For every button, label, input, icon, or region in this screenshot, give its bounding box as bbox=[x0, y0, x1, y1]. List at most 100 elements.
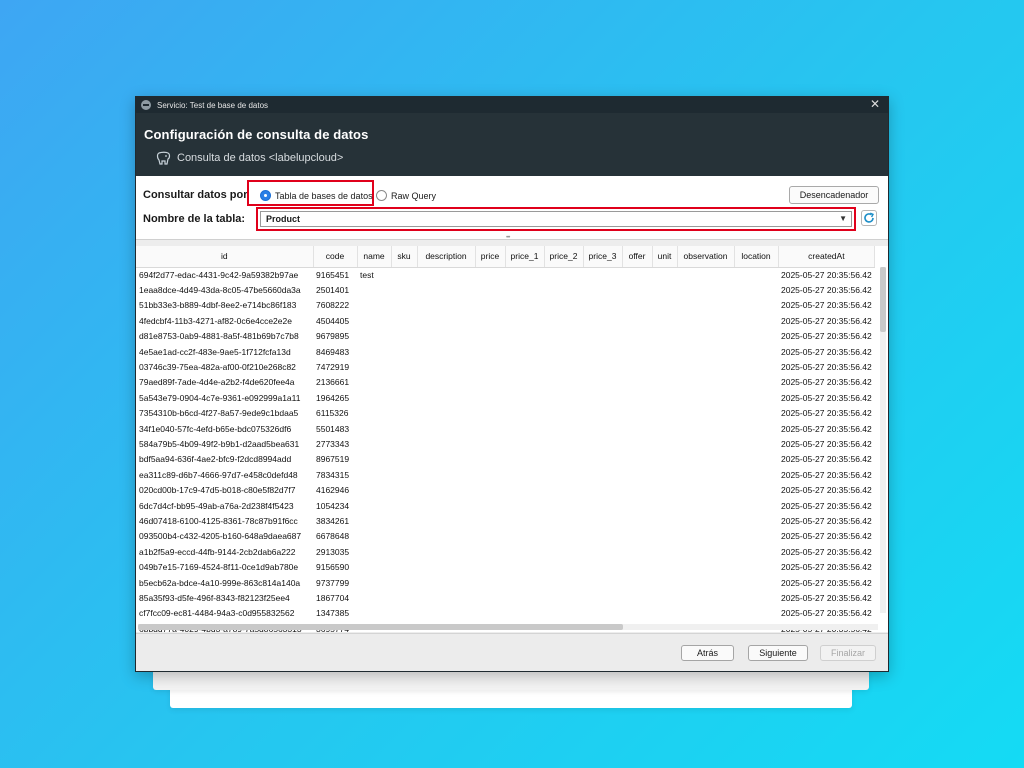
table-cell-price-1[interactable] bbox=[505, 359, 544, 374]
table-cell-createdat[interactable]: 2025-05-27 20:35:56.42 bbox=[778, 544, 875, 559]
table-row[interactable]: 4fedcbf4-11b3-4271-af82-0c6e4cce2e2e 4504… bbox=[136, 313, 875, 328]
table-cell-observation[interactable] bbox=[677, 298, 734, 313]
table-cell-id[interactable]: 584a79b5-4b09-49f2-b9b1-d2aad5bea631 bbox=[136, 436, 313, 451]
radio-table-dot[interactable] bbox=[260, 190, 271, 201]
table-cell-sku[interactable] bbox=[391, 267, 417, 282]
table-cell-offer[interactable] bbox=[622, 498, 652, 513]
table-cell-price-3[interactable] bbox=[583, 329, 622, 344]
table-cell-unit[interactable] bbox=[652, 467, 677, 482]
table-cell-createdat[interactable]: 2025-05-27 20:35:56.42 bbox=[778, 344, 875, 359]
table-cell-name[interactable] bbox=[357, 282, 391, 297]
table-row[interactable]: 51bb33e3-b889-4dbf-8ee2-e714bc86f183 7608… bbox=[136, 298, 875, 313]
column-header-description[interactable]: description bbox=[417, 246, 476, 268]
table-cell-sku[interactable] bbox=[391, 359, 417, 374]
table-cell-createdat[interactable]: 2025-05-27 20:35:56.42 bbox=[778, 513, 875, 528]
table-cell-code[interactable]: 7472919 bbox=[313, 359, 357, 374]
table-cell-sku[interactable] bbox=[391, 298, 417, 313]
table-cell-price-3[interactable] bbox=[583, 390, 622, 405]
table-row[interactable]: 1eaa8dce-4d49-43da-8c05-47be5660da3a 2501… bbox=[136, 282, 875, 297]
table-cell-description[interactable] bbox=[417, 498, 475, 513]
column-header-price-3[interactable]: price_3 bbox=[583, 246, 623, 268]
table-cell-id[interactable]: 51bb33e3-b889-4dbf-8ee2-e714bc86f183 bbox=[136, 298, 313, 313]
table-cell-price-1[interactable] bbox=[505, 267, 544, 282]
table-cell-price-2[interactable] bbox=[544, 298, 583, 313]
table-cell-description[interactable] bbox=[417, 313, 475, 328]
table-cell-price-2[interactable] bbox=[544, 575, 583, 590]
table-cell-location[interactable] bbox=[734, 375, 778, 390]
table-row[interactable]: bdf5aa94-636f-4ae2-bfc9-f2dcd8994add 8967… bbox=[136, 452, 875, 467]
table-cell-unit[interactable] bbox=[652, 559, 677, 574]
back-button[interactable]: Atrás bbox=[681, 645, 734, 661]
table-cell-unit[interactable] bbox=[652, 313, 677, 328]
table-cell-unit[interactable] bbox=[652, 482, 677, 497]
table-cell-offer[interactable] bbox=[622, 590, 652, 605]
table-cell-name[interactable] bbox=[357, 498, 391, 513]
table-row[interactable]: 020cd00b-17c9-47d5-b018-c80e5f82d7f7 4162… bbox=[136, 482, 875, 497]
table-cell-location[interactable] bbox=[734, 282, 778, 297]
table-cell-name[interactable] bbox=[357, 575, 391, 590]
table-cell-price-3[interactable] bbox=[583, 359, 622, 374]
table-cell-code[interactable]: 1347385 bbox=[313, 606, 357, 621]
table-cell-price-1[interactable] bbox=[505, 559, 544, 574]
table-cell-code[interactable]: 2501401 bbox=[313, 282, 357, 297]
table-cell-id[interactable]: 5a543e79-0904-4c7e-9361-e092999a1a11 bbox=[136, 390, 313, 405]
table-cell-sku[interactable] bbox=[391, 590, 417, 605]
table-cell-price[interactable] bbox=[475, 606, 505, 621]
table-cell-description[interactable] bbox=[417, 344, 475, 359]
table-cell-createdat[interactable]: 2025-05-27 20:35:56.42 bbox=[778, 452, 875, 467]
table-cell-sku[interactable] bbox=[391, 544, 417, 559]
table-cell-id[interactable]: 6dc7d4cf-bb95-49ab-a76a-2d238f4f5423 bbox=[136, 498, 313, 513]
table-cell-description[interactable] bbox=[417, 359, 475, 374]
table-cell-price-2[interactable] bbox=[544, 467, 583, 482]
table-cell-price-2[interactable] bbox=[544, 267, 583, 282]
table-cell-location[interactable] bbox=[734, 406, 778, 421]
table-cell-code[interactable]: 9679895 bbox=[313, 329, 357, 344]
table-cell-observation[interactable] bbox=[677, 421, 734, 436]
table-cell-location[interactable] bbox=[734, 452, 778, 467]
table-select[interactable]: Product ▼ bbox=[260, 211, 852, 227]
finish-button[interactable]: Finalizar bbox=[820, 645, 876, 661]
table-cell-sku[interactable] bbox=[391, 575, 417, 590]
table-cell-createdat[interactable]: 2025-05-27 20:35:56.42 bbox=[778, 467, 875, 482]
table-cell-id[interactable]: 46d07418-6100-4125-8361-78c87b91f6cc bbox=[136, 513, 313, 528]
table-cell-offer[interactable] bbox=[622, 344, 652, 359]
table-cell-location[interactable] bbox=[734, 313, 778, 328]
table-cell-offer[interactable] bbox=[622, 467, 652, 482]
table-cell-unit[interactable] bbox=[652, 590, 677, 605]
table-cell-offer[interactable] bbox=[622, 375, 652, 390]
table-cell-offer[interactable] bbox=[622, 436, 652, 451]
column-header-code[interactable]: code bbox=[313, 246, 358, 268]
table-cell-createdat[interactable]: 2025-05-27 20:35:56.42 bbox=[778, 590, 875, 605]
table-cell-id[interactable]: 03746c39-75ea-482a-af00-0f210e268c82 bbox=[136, 359, 313, 374]
table-cell-sku[interactable] bbox=[391, 529, 417, 544]
table-cell-price-3[interactable] bbox=[583, 482, 622, 497]
table-cell-price-3[interactable] bbox=[583, 544, 622, 559]
table-cell-id[interactable]: 7354310b-b6cd-4f27-8a57-9ede9c1bdaa5 bbox=[136, 406, 313, 421]
table-cell-price-1[interactable] bbox=[505, 544, 544, 559]
table-cell-observation[interactable] bbox=[677, 590, 734, 605]
table-cell-description[interactable] bbox=[417, 467, 475, 482]
table-cell-id[interactable]: d81e8753-0ab9-4881-8a5f-481b69b7c7b8 bbox=[136, 329, 313, 344]
table-cell-price[interactable] bbox=[475, 467, 505, 482]
table-cell-price-1[interactable] bbox=[505, 529, 544, 544]
table-row[interactable]: 694f2d77-edac-4431-9c42-9a59382b97ae 9165… bbox=[136, 267, 875, 282]
table-cell-code[interactable]: 7608222 bbox=[313, 298, 357, 313]
table-cell-unit[interactable] bbox=[652, 452, 677, 467]
table-cell-price-1[interactable] bbox=[505, 482, 544, 497]
table-cell-sku[interactable] bbox=[391, 498, 417, 513]
table-cell-unit[interactable] bbox=[652, 544, 677, 559]
table-cell-sku[interactable] bbox=[391, 421, 417, 436]
table-cell-description[interactable] bbox=[417, 529, 475, 544]
table-cell-price[interactable] bbox=[475, 390, 505, 405]
column-header-location[interactable]: location bbox=[734, 246, 779, 268]
table-cell-price-1[interactable] bbox=[505, 421, 544, 436]
table-cell-price-2[interactable] bbox=[544, 329, 583, 344]
table-cell-createdat[interactable]: 2025-05-27 20:35:56.42 bbox=[778, 298, 875, 313]
table-cell-code[interactable]: 9737799 bbox=[313, 575, 357, 590]
table-cell-createdat[interactable]: 2025-05-27 20:35:56.42 bbox=[778, 575, 875, 590]
table-row[interactable]: a1b2f5a9-eccd-44fb-9144-2cb2dab6a222 2913… bbox=[136, 544, 875, 559]
table-row[interactable]: ea311c89-d6b7-4666-97d7-e458c0defd48 7834… bbox=[136, 467, 875, 482]
table-cell-location[interactable] bbox=[734, 590, 778, 605]
table-cell-code[interactable]: 7834315 bbox=[313, 467, 357, 482]
table-cell-price-2[interactable] bbox=[544, 421, 583, 436]
